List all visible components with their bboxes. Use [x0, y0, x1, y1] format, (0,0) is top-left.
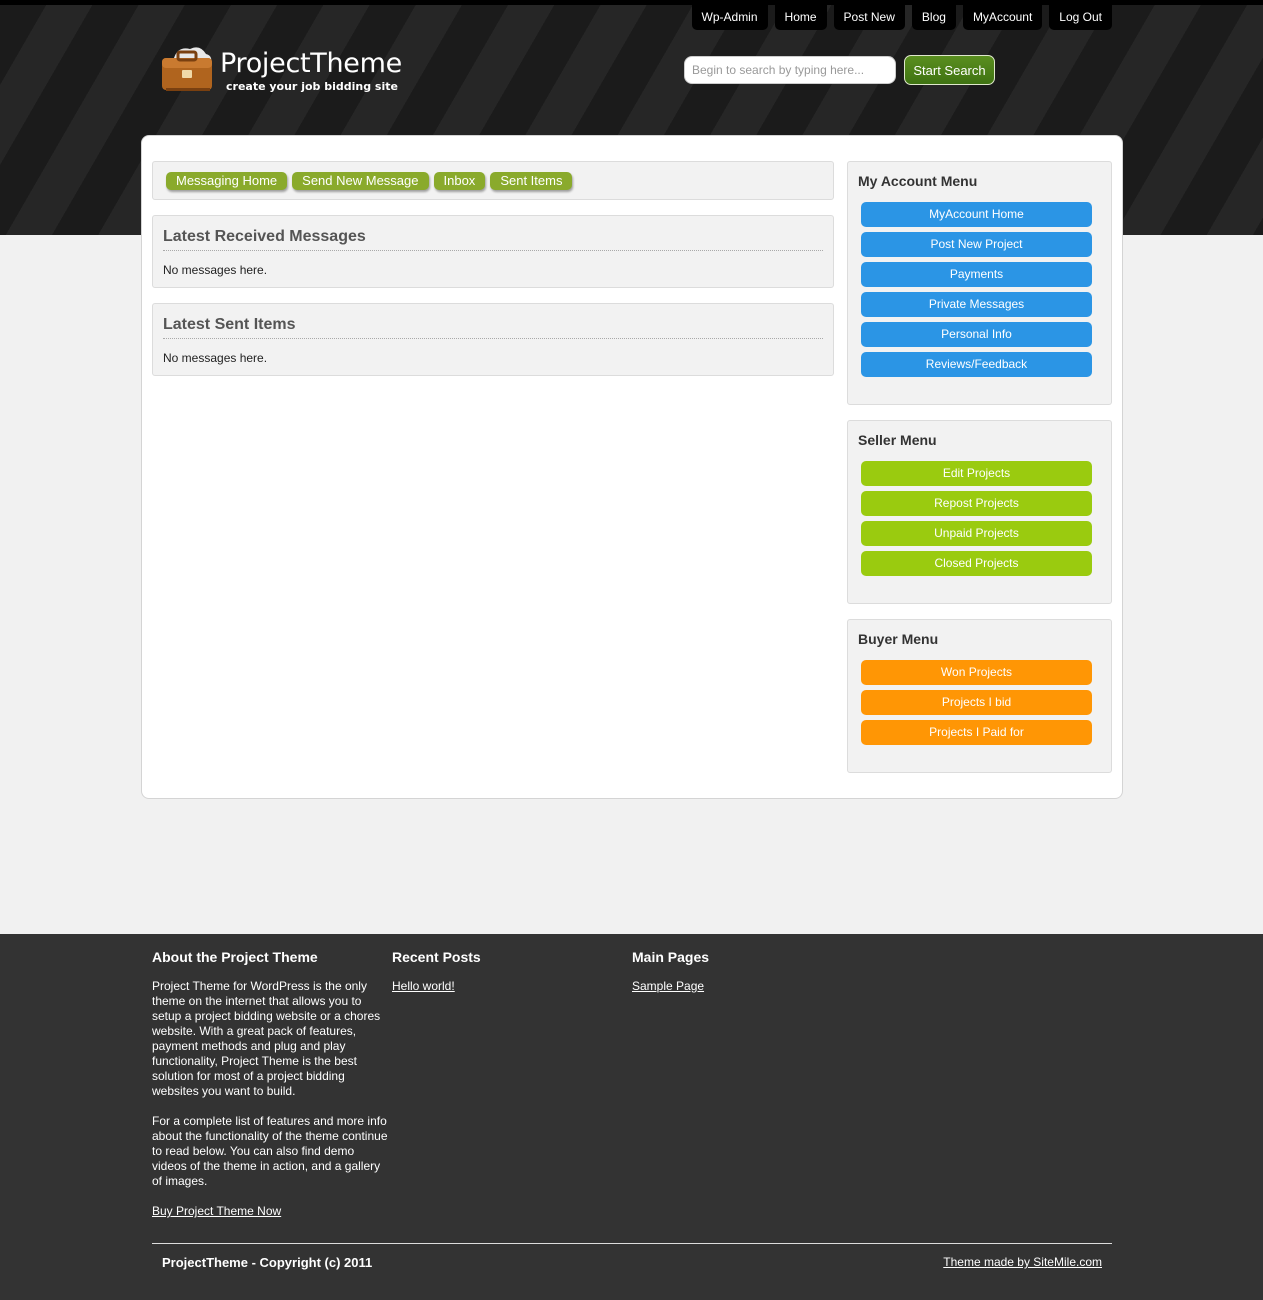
footer-heading: Main Pages [632, 949, 710, 965]
page-link[interactable]: Sample Page [632, 979, 704, 993]
footer-about: About the Project Theme Project Theme fo… [152, 949, 390, 1218]
tab-send-new-message[interactable]: Send New Message [292, 172, 429, 190]
empty-message: No messages here. [163, 263, 268, 277]
tab-inbox[interactable]: Inbox [433, 172, 486, 190]
empty-message: No messages here. [163, 351, 268, 365]
footer-paragraph: Project Theme for WordPress is the only … [152, 979, 381, 1098]
logo-title: ProjectTheme [220, 48, 402, 79]
nav-wp-admin[interactable]: Wp-Admin [691, 5, 768, 30]
closed-projects-button[interactable]: Closed Projects [861, 551, 1092, 576]
myaccount-home-button[interactable]: MyAccount Home [861, 202, 1092, 227]
nav-post-new[interactable]: Post New [833, 5, 905, 30]
reviews-feedback-button[interactable]: Reviews/Feedback [861, 352, 1092, 377]
menu-title: Seller Menu [858, 432, 937, 448]
repost-projects-button[interactable]: Repost Projects [861, 491, 1092, 516]
footer-heading: About the Project Theme [152, 949, 318, 965]
projects-i-paid-for-button[interactable]: Projects I Paid for [861, 720, 1092, 745]
nav-log-out[interactable]: Log Out [1049, 5, 1112, 30]
my-account-menu: My Account Menu MyAccount Home Post New … [847, 161, 1112, 405]
nav-blog[interactable]: Blog [911, 5, 956, 30]
footer-heading: Recent Posts [392, 949, 481, 965]
menu-title: Buyer Menu [858, 631, 939, 647]
footer-main-pages: Main Pages Sample Page [632, 949, 870, 993]
private-messages-button[interactable]: Private Messages [861, 292, 1092, 317]
footer-paragraph: For a complete list of features and more… [152, 1114, 388, 1188]
received-messages-section: Latest Received Messages No messages her… [152, 215, 834, 288]
briefcase-icon [162, 47, 212, 91]
payments-button[interactable]: Payments [861, 262, 1092, 287]
nav-home[interactable]: Home [774, 5, 827, 30]
menu-title: My Account Menu [858, 173, 978, 189]
unpaid-projects-button[interactable]: Unpaid Projects [861, 521, 1092, 546]
post-link[interactable]: Hello world! [392, 979, 455, 993]
search-button[interactable]: Start Search [904, 55, 995, 85]
section-title: Latest Sent Items [163, 316, 823, 339]
copyright-text: ProjectTheme - Copyright (c) 2011 [162, 1255, 373, 1270]
logo-tagline: create your job bidding site [226, 80, 398, 93]
buyer-menu: Buyer Menu Won Projects Projects I bid P… [847, 619, 1112, 773]
edit-projects-button[interactable]: Edit Projects [861, 461, 1092, 486]
top-nav: Wp-Admin Home Post New Blog MyAccount Lo… [691, 5, 1112, 30]
buy-theme-link[interactable]: Buy Project Theme Now [152, 1204, 281, 1218]
section-title: Latest Received Messages [163, 228, 823, 251]
footer-divider [152, 1243, 1112, 1244]
tab-messaging-home[interactable]: Messaging Home [166, 172, 288, 190]
tab-sent-items[interactable]: Sent Items [490, 172, 573, 190]
post-new-project-button[interactable]: Post New Project [861, 232, 1092, 257]
won-projects-button[interactable]: Won Projects [861, 660, 1092, 685]
search-input[interactable] [684, 56, 896, 84]
site-logo[interactable]: ProjectTheme create your job bidding sit… [160, 44, 402, 96]
projects-i-bid-button[interactable]: Projects I bid [861, 690, 1092, 715]
personal-info-button[interactable]: Personal Info [861, 322, 1092, 347]
footer: About the Project Theme Project Theme fo… [0, 934, 1263, 1300]
footer-recent-posts: Recent Posts Hello world! [392, 949, 630, 993]
credit-link[interactable]: Theme made by SiteMile.com [943, 1255, 1102, 1269]
seller-menu: Seller Menu Edit Projects Repost Project… [847, 420, 1112, 604]
sent-items-section: Latest Sent Items No messages here. [152, 303, 834, 376]
nav-myaccount[interactable]: MyAccount [962, 5, 1043, 30]
messaging-tabs: Messaging Home Send New Message Inbox Se… [152, 161, 834, 200]
content-panel: Messaging Home Send New Message Inbox Se… [141, 135, 1123, 799]
